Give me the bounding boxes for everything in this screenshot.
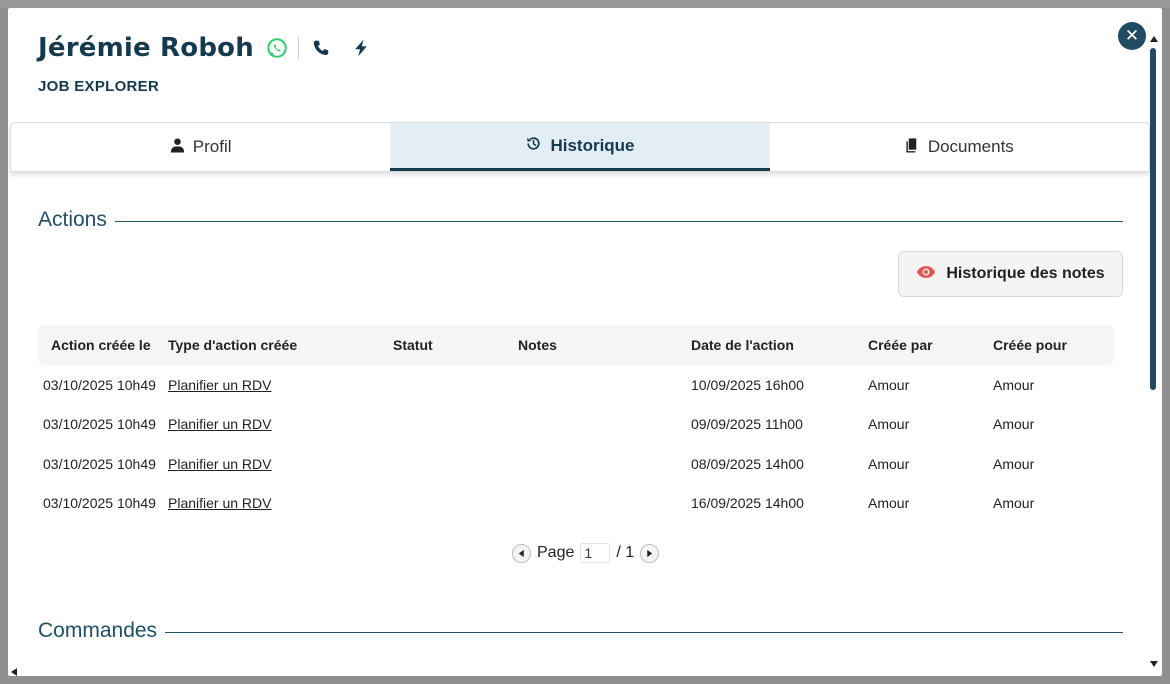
action-type-link[interactable]: Planifier un RDV	[168, 377, 272, 393]
scroll-left-arrow-icon[interactable]	[11, 668, 17, 676]
cell-action-date: 16/09/2025 14h00	[691, 495, 804, 512]
tab-historique[interactable]: Historique	[390, 123, 770, 171]
documents-icon	[905, 137, 920, 158]
action-type-link[interactable]: Planifier un RDV	[168, 456, 272, 472]
action-type-link[interactable]: Planifier un RDV	[168, 495, 272, 511]
cell-action-date: 10/09/2025 16h00	[691, 376, 804, 393]
phone-icon[interactable]	[311, 37, 331, 59]
company-name: JOB EXPLORER	[38, 78, 160, 95]
scroll-down-arrow-icon[interactable]	[1150, 661, 1158, 667]
col-created[interactable]: Action créée le	[38, 337, 168, 353]
col-status[interactable]: Statut	[393, 337, 518, 353]
cell-created: 03/10/2025 10h49	[43, 376, 156, 393]
history-icon	[525, 135, 542, 157]
cell-created-for: Amour	[993, 416, 1035, 433]
eye-icon	[916, 265, 936, 284]
caret-left-icon	[518, 549, 524, 557]
pagination: Page 1 / 1	[512, 543, 660, 563]
bolt-icon[interactable]	[351, 37, 371, 59]
cell-created: 03/10/2025 10h49	[43, 455, 156, 472]
cell-action-date: 08/09/2025 14h00	[691, 455, 804, 472]
notes-history-label: Historique des notes	[946, 265, 1105, 282]
candidate-header: Jérémie Roboh JOB EXPLORER	[38, 30, 371, 95]
tab-profil[interactable]: Profil	[11, 123, 390, 171]
candidate-name: Jérémie Roboh	[38, 33, 254, 63]
section-divider	[165, 631, 1123, 633]
cell-action-date: 09/09/2025 11h00	[691, 416, 803, 433]
tab-bar: Profil Historique Documents	[10, 122, 1150, 172]
table-row: 03/10/2025 10h49 Planifier un RDV 08/09/…	[38, 444, 1114, 484]
tab-documents-label: Documents	[927, 137, 1014, 156]
col-created-for[interactable]: Créée pour	[993, 337, 1114, 353]
cell-created-for: Amour	[993, 455, 1035, 472]
actions-section-title: Actions	[38, 208, 1123, 232]
notes-history-button[interactable]: Historique des notes	[898, 251, 1123, 297]
cell-created-for: Amour	[993, 495, 1035, 512]
cell-created-by: Amour	[868, 495, 910, 512]
tab-profil-label: Profil	[192, 137, 232, 156]
col-action-date[interactable]: Date de l'action	[691, 337, 868, 353]
page-label: Page	[537, 544, 575, 561]
next-page-button[interactable]	[640, 543, 660, 563]
actions-title: Actions	[38, 208, 107, 231]
cell-created: 03/10/2025 10h49	[43, 495, 156, 512]
name-row: Jérémie Roboh	[38, 30, 371, 66]
background-strip	[0, 0, 1170, 8]
action-type-link[interactable]: Planifier un RDV	[168, 416, 272, 432]
cell-created-by: Amour	[868, 376, 910, 393]
page-input[interactable]: 1	[580, 543, 611, 563]
whatsapp-icon[interactable]	[266, 37, 288, 59]
table-row: 03/10/2025 10h49 Planifier un RDV 09/09/…	[38, 405, 1114, 445]
caret-right-icon	[647, 549, 653, 557]
tab-documents[interactable]: Documents	[770, 123, 1149, 171]
candidate-modal: Jérémie Roboh JOB EXPLORER ✕ Profil Hist…	[8, 8, 1162, 676]
commandes-title: Commandes	[38, 619, 158, 642]
close-icon: ✕	[1124, 26, 1140, 46]
cell-created: 03/10/2025 10h49	[43, 416, 156, 433]
cell-created-by: Amour	[868, 455, 910, 472]
page-total: / 1	[616, 544, 635, 561]
cell-created-by: Amour	[868, 416, 910, 433]
actions-table: Action créée le Type d'action créée Stat…	[38, 325, 1114, 523]
tab-historique-label: Historique	[550, 135, 635, 155]
table-row: 03/10/2025 10h49 Planifier un RDV 16/09/…	[38, 484, 1114, 524]
col-created-by[interactable]: Créée par	[868, 337, 993, 353]
header-divider	[297, 37, 299, 59]
scroll-thumb[interactable]	[1150, 48, 1156, 390]
close-button[interactable]: ✕	[1118, 22, 1146, 50]
col-type[interactable]: Type d'action créée	[168, 337, 393, 353]
prev-page-button[interactable]	[512, 543, 531, 563]
scroll-up-arrow-icon[interactable]	[1150, 36, 1158, 42]
table-header: Action créée le Type d'action créée Stat…	[38, 325, 1114, 365]
commandes-section-title: Commandes	[38, 619, 1123, 643]
user-icon	[170, 137, 185, 158]
section-divider	[114, 220, 1123, 222]
cell-created-for: Amour	[993, 376, 1035, 393]
table-row: 03/10/2025 10h49 Planifier un RDV 10/09/…	[38, 365, 1114, 405]
col-notes[interactable]: Notes	[518, 337, 691, 353]
